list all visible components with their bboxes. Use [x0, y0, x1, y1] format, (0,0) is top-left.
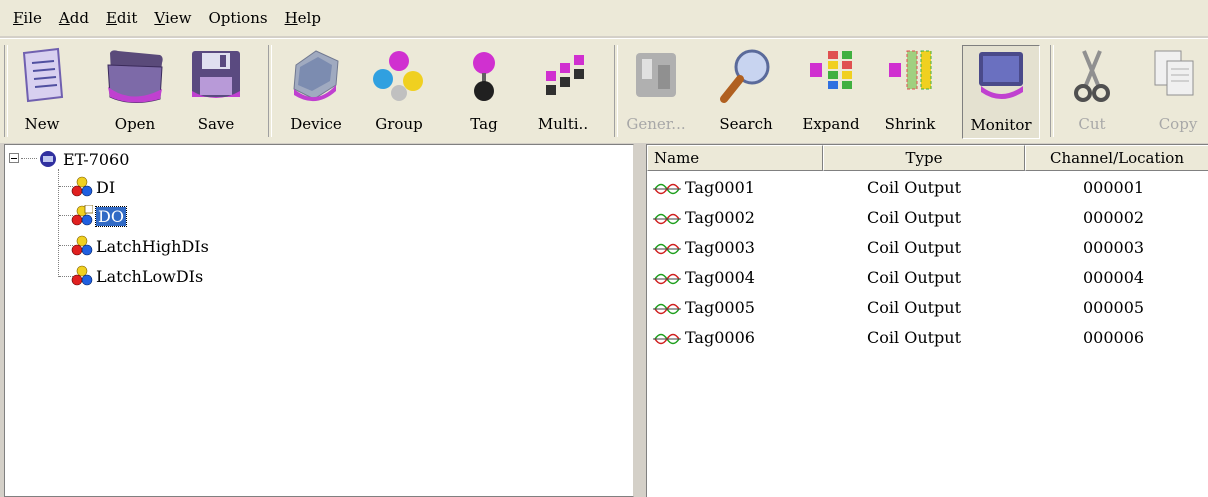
new-document-icon: [22, 47, 64, 103]
tag-location-cell: 000001: [1083, 178, 1145, 197]
tag-output-icon: [653, 273, 681, 285]
gener-button[interactable]: Gener...: [626, 39, 686, 139]
tag-type-cell: Coil Output: [867, 328, 962, 347]
device-tree[interactable]: ET-7060 DI DO LatchHighDIs LatchLowDIs: [4, 144, 634, 497]
open-folder-icon: [107, 50, 163, 103]
tree-connector: [21, 158, 37, 159]
expand-tree-icon: [810, 51, 852, 89]
menu-help[interactable]: Help: [283, 7, 323, 29]
menu-bar: File Add Edit View Options Help: [0, 0, 1208, 36]
tag-location-cell: 000005: [1083, 298, 1145, 317]
copy-button[interactable]: Copy: [1138, 39, 1208, 139]
magnifier-icon: [720, 49, 770, 103]
table-row[interactable]: Tag0006 Coil Output 000006: [647, 323, 1208, 353]
multi-button[interactable]: Multi..: [532, 39, 594, 139]
group-node-icon: [71, 235, 93, 256]
tag-location-cell: 000006: [1083, 328, 1145, 347]
tree-item-do[interactable]: DO: [71, 202, 127, 230]
tag-name-cell: Tag0006: [685, 328, 755, 347]
generator-icon: [636, 53, 676, 97]
tag-name-cell: Tag0003: [685, 238, 755, 257]
collapse-toggle[interactable]: [9, 153, 19, 163]
tag-name-cell: Tag0001: [685, 178, 755, 197]
monitor-button[interactable]: Monitor: [962, 45, 1040, 139]
toolbar-separator: [268, 45, 272, 137]
column-header-name[interactable]: Name: [647, 145, 823, 171]
open-button[interactable]: Open: [100, 39, 170, 139]
menu-file[interactable]: File: [11, 7, 44, 29]
menu-options[interactable]: Options: [206, 7, 269, 29]
tag-type-cell: Coil Output: [867, 298, 962, 317]
tag-type-cell: Coil Output: [867, 238, 962, 257]
tag-list-view[interactable]: Name Type Channel/Location Tag0001 Coil O…: [646, 144, 1208, 497]
table-row[interactable]: Tag0003 Coil Output 000003: [647, 233, 1208, 263]
tag-name-cell: Tag0004: [685, 268, 755, 287]
tag-type-cell: Coil Output: [867, 178, 962, 197]
device-icon: [293, 50, 339, 102]
group-node-icon: [71, 176, 93, 197]
group-node-open-icon: [71, 205, 93, 226]
group-node-icon: [71, 265, 93, 286]
tag-icon: [473, 52, 495, 101]
tag-output-icon: [653, 183, 681, 195]
tree-item-latchlowdis[interactable]: LatchLowDIs: [71, 262, 203, 290]
toolbar: New Open Save Device Group Tag Multi.. G…: [0, 38, 1208, 143]
group-button[interactable]: Group: [366, 39, 432, 139]
toolbar-separator: [614, 45, 618, 137]
search-button[interactable]: Search: [714, 39, 778, 139]
tag-type-cell: Coil Output: [867, 268, 962, 287]
menu-view[interactable]: View: [152, 7, 193, 29]
save-button[interactable]: Save: [186, 39, 246, 139]
menu-add[interactable]: Add: [57, 7, 91, 29]
tree-item-root[interactable]: ET-7060: [39, 145, 129, 173]
tag-output-icon: [653, 303, 681, 315]
device-button[interactable]: Device: [283, 39, 349, 139]
multi-tag-icon: [546, 55, 584, 95]
scissors-icon: [1074, 50, 1110, 102]
tree-item-latchhighdis[interactable]: LatchHighDIs: [71, 232, 209, 260]
tree-item-di[interactable]: DI: [71, 173, 115, 201]
shrink-button[interactable]: Shrink: [878, 39, 942, 139]
group-icon: [373, 51, 423, 101]
toolbar-grip: [4, 45, 8, 137]
tag-output-icon: [653, 243, 681, 255]
toolbar-separator: [1050, 45, 1054, 137]
floppy-disk-icon: [192, 51, 240, 98]
tag-name-cell: Tag0005: [685, 298, 755, 317]
table-row[interactable]: Tag0001 Coil Output 000001: [647, 173, 1208, 203]
tag-location-cell: 000003: [1083, 238, 1145, 257]
list-header: Name Type Channel/Location: [647, 145, 1208, 171]
copy-icon: [1154, 50, 1194, 96]
column-header-location[interactable]: Channel/Location: [1025, 145, 1208, 171]
table-row[interactable]: Tag0002 Coil Output 000002: [647, 203, 1208, 233]
column-header-type[interactable]: Type: [823, 145, 1025, 171]
tag-type-cell: Coil Output: [867, 208, 962, 227]
new-button[interactable]: New: [12, 39, 72, 139]
tag-location-cell: 000004: [1083, 268, 1145, 287]
menu-edit[interactable]: Edit: [104, 7, 139, 29]
shrink-tree-icon: [889, 50, 932, 90]
tag-button[interactable]: Tag: [456, 39, 512, 139]
tag-location-cell: 000002: [1083, 208, 1145, 227]
cut-button[interactable]: Cut: [1062, 39, 1122, 139]
tag-output-icon: [653, 333, 681, 345]
monitor-icon: [979, 52, 1023, 99]
table-row[interactable]: Tag0005 Coil Output 000005: [647, 293, 1208, 323]
tag-name-cell: Tag0002: [685, 208, 755, 227]
tag-output-icon: [653, 213, 681, 225]
expand-button[interactable]: Expand: [796, 39, 866, 139]
device-node-icon: [40, 151, 56, 167]
table-row[interactable]: Tag0004 Coil Output 000004: [647, 263, 1208, 293]
